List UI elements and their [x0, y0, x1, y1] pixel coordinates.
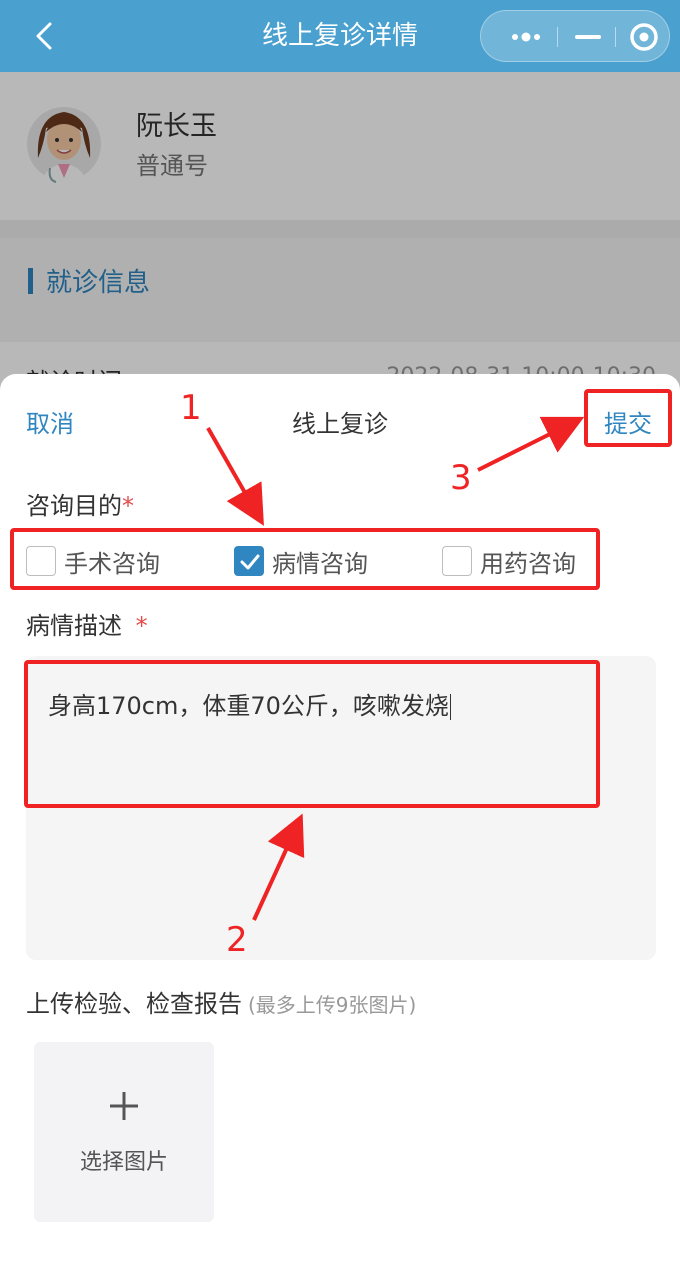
annotation-arrow-2: [252, 813, 305, 921]
annotation-arrow-1: [206, 427, 264, 526]
annotation-arrows: [206, 416, 585, 921]
annotation-arrow-3: [477, 416, 585, 472]
